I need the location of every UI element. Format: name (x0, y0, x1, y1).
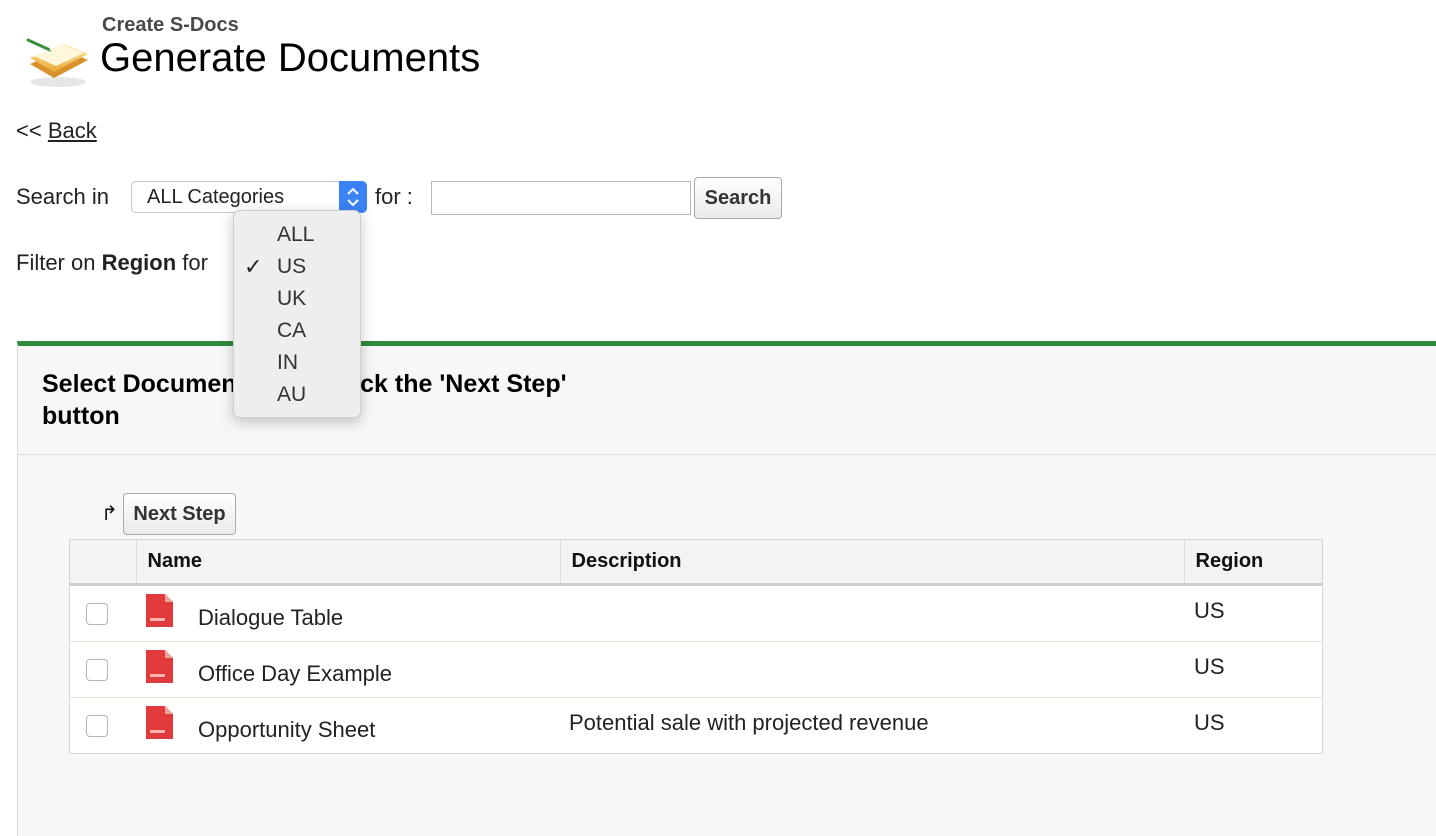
filter-label-prefix: Filter on (16, 250, 96, 275)
chevron-updown-icon (339, 181, 367, 213)
folder-document-icon (26, 38, 88, 87)
document-region: US (1194, 710, 1225, 735)
category-select[interactable]: ALL Categories (131, 181, 367, 213)
documents-table: Name Description Region Dialogue Table U… (69, 539, 1323, 754)
row-select-cell (69, 584, 136, 642)
pdf-file-icon (146, 706, 173, 739)
next-step-button[interactable]: Next Step (123, 493, 236, 535)
pdf-file-icon (146, 594, 173, 627)
document-description (560, 642, 1184, 654)
table-row[interactable]: Office Day Example US (69, 641, 1323, 698)
back-prefix: << (16, 118, 42, 143)
description-cell (560, 641, 1184, 698)
page: Create S-Docs Generate Documents << Back… (0, 0, 1436, 836)
region-option-in[interactable]: IN (234, 347, 360, 379)
column-header-name[interactable]: Name (135, 539, 560, 586)
name-cell: Office Day Example (136, 641, 560, 698)
arrow-turn-right-icon: ↱ (101, 503, 118, 525)
for-label: for : (375, 184, 413, 209)
option-label: UK (277, 287, 307, 310)
region-option-uk[interactable]: UK (234, 283, 360, 315)
option-label: IN (277, 351, 298, 374)
region-dropdown-menu: ALL ✓ US UK CA IN AU (233, 210, 361, 418)
search-input[interactable] (431, 181, 691, 215)
document-region: US (1194, 598, 1225, 623)
document-name[interactable]: Opportunity Sheet (198, 717, 375, 743)
column-header-description[interactable]: Description (559, 539, 1184, 586)
option-label: CA (277, 319, 307, 342)
back-link[interactable]: Back (48, 118, 97, 143)
option-label: US (277, 255, 307, 278)
category-select-value: ALL Categories (147, 186, 285, 208)
document-name[interactable]: Dialogue Table (198, 605, 343, 631)
table-row[interactable]: Dialogue Table US (69, 584, 1323, 642)
panel-header: Select Documents, then click the 'Next S… (18, 346, 1436, 455)
page-subtitle: Create S-Docs (102, 14, 239, 36)
row-checkbox[interactable] (86, 603, 108, 625)
name-cell: Dialogue Table (136, 584, 560, 642)
row-select-cell (69, 641, 136, 698)
name-cell: Opportunity Sheet (136, 697, 560, 754)
row-checkbox[interactable] (86, 659, 108, 681)
filter-label-field: Region (101, 250, 177, 275)
option-label: ALL (277, 223, 315, 246)
checkmark-icon: ✓ (244, 254, 263, 279)
document-name[interactable]: Office Day Example (198, 661, 392, 687)
row-checkbox[interactable] (86, 715, 108, 737)
search-in-label: Search in (16, 184, 109, 209)
page-title: Generate Documents (100, 36, 481, 80)
region-cell: US (1184, 641, 1323, 698)
region-option-all[interactable]: ALL (234, 219, 360, 251)
column-header-select (69, 539, 136, 586)
document-region: US (1194, 654, 1225, 679)
document-description (560, 586, 1184, 598)
region-option-au[interactable]: AU (234, 379, 360, 411)
region-option-us[interactable]: ✓ US (234, 251, 360, 283)
table-header-row: Name Description Region (69, 539, 1323, 586)
search-button[interactable]: Search (694, 177, 782, 219)
pdf-file-icon (146, 650, 173, 683)
description-cell (560, 584, 1184, 642)
table-row[interactable]: Opportunity Sheet Potential sale with pr… (69, 697, 1323, 754)
back-nav: << Back (16, 118, 97, 144)
row-select-cell (69, 697, 136, 754)
description-cell: Potential sale with projected revenue (560, 697, 1184, 754)
region-option-ca[interactable]: CA (234, 315, 360, 347)
column-header-region[interactable]: Region (1183, 539, 1323, 586)
select-documents-panel: Select Documents, then click the 'Next S… (17, 341, 1436, 836)
filter-label-suffix: for (182, 250, 208, 275)
region-cell: US (1184, 697, 1323, 754)
option-label: AU (277, 383, 307, 406)
filter-label: Filter on Region for (16, 250, 208, 276)
region-cell: US (1184, 584, 1323, 642)
document-description: Potential sale with projected revenue (569, 710, 929, 735)
